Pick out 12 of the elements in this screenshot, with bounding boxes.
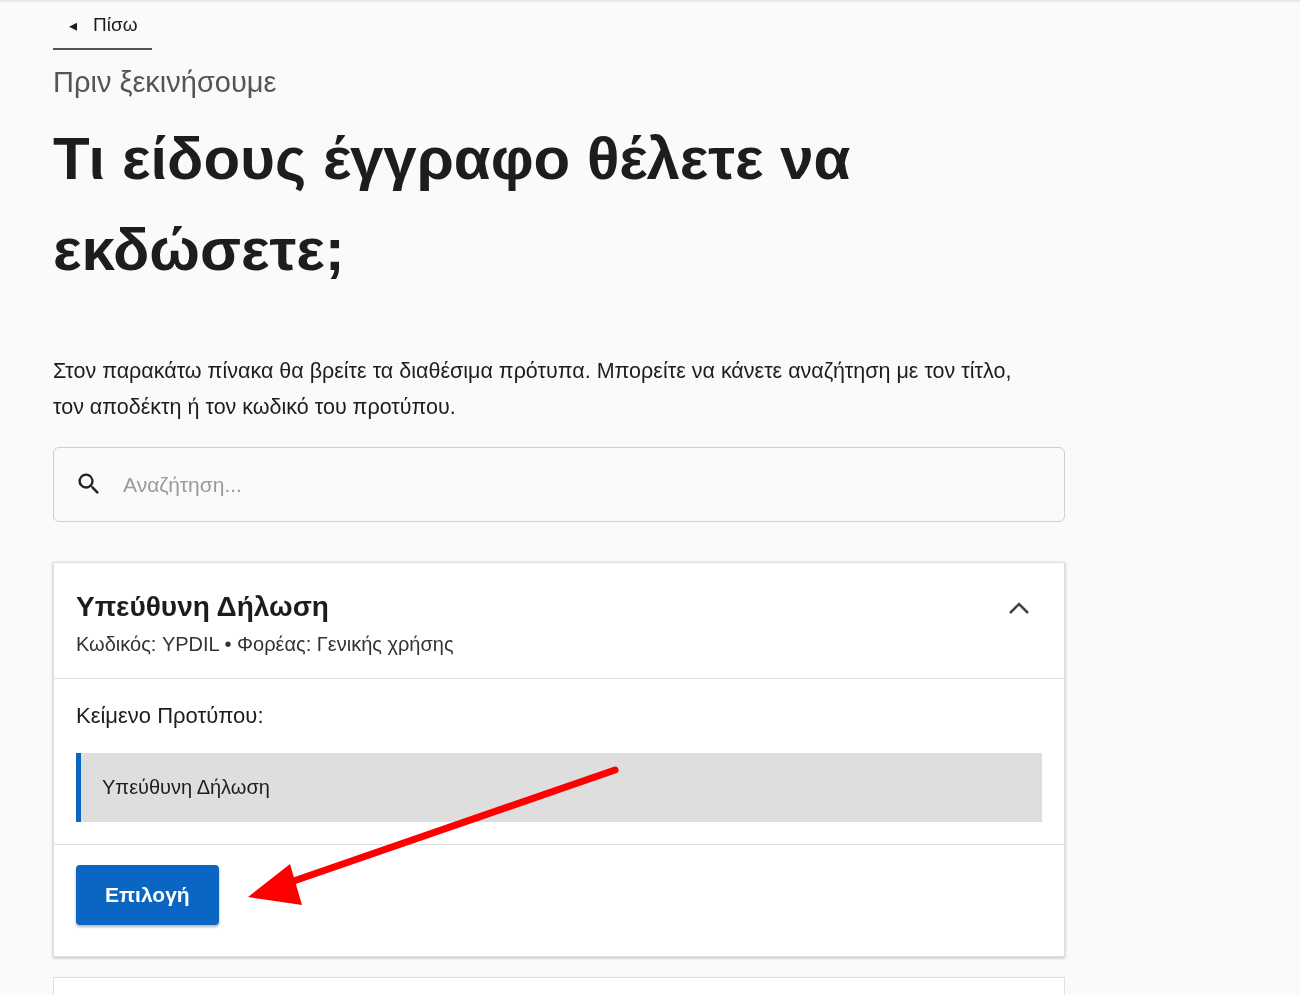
select-button[interactable]: Επιλογή — [76, 865, 219, 925]
template-text: Υπεύθυνη Δήλωση — [76, 753, 1042, 822]
search-field[interactable]: Αναζήτηση... — [53, 447, 1065, 522]
back-icon: ◂ — [69, 15, 78, 35]
chevron-up-icon[interactable] — [1008, 601, 1030, 615]
template-text-label: Κείμενο Προτύπου: — [76, 703, 265, 729]
page-title: Τι είδους έγγραφο θέλετε να εκδώσετε; — [53, 124, 852, 285]
template-meta: Κωδικός: YPDIL • Φορέας: Γενικής χρήσης — [76, 633, 454, 656]
template-name: Υπεύθυνη Δήλωση — [76, 591, 330, 623]
back-link[interactable]: ◂ Πίσω — [53, 2, 152, 50]
intro-paragraph: Στον παρακάτω πίνακα θα βρείτε τα διαθέσιμα πρότυπα. Μπορείτε να κάνετε αναζήτηση με τον τίτλο, τον αποδέκτη ή τον κωδικό του προτύπου. — [53, 358, 1013, 421]
subtitle: Πριν ξεκινήσουμε — [53, 66, 278, 99]
